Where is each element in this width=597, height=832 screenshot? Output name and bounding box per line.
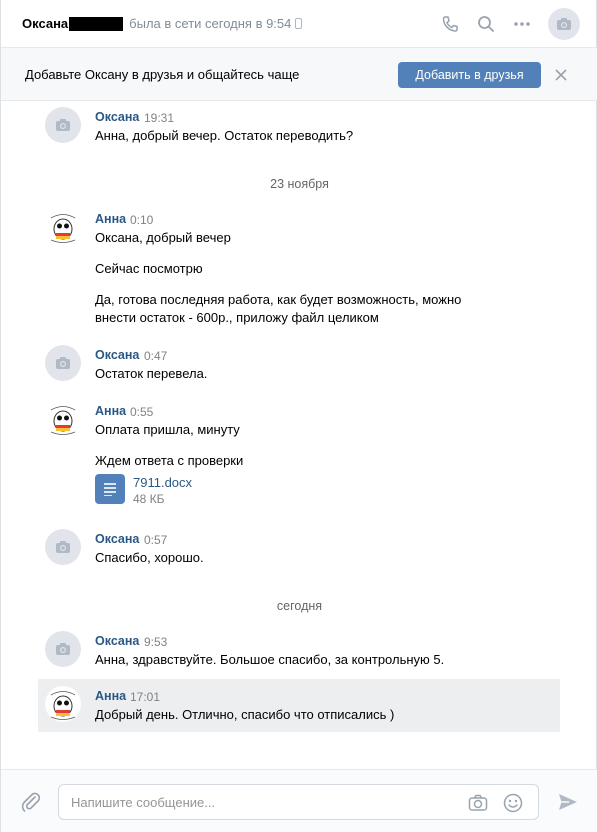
message-text: Анна, добрый вечер. Остаток переводить? — [95, 128, 354, 143]
close-icon[interactable] — [553, 67, 569, 83]
contact-name[interactable]: Оксана — [22, 16, 68, 31]
message-text: внести остаток - 600р., приложу файл цел… — [95, 310, 379, 325]
message-item: Оксана 0:47 Остаток перевела. — [38, 343, 560, 385]
message-text: Спасибо, хорошо. — [95, 550, 204, 565]
message-item: Анна 0:10 Оксана, добрый вечер Сейчас по… — [38, 207, 560, 327]
message-item: Оксана 9:53 Анна, здравствуйте. Большое … — [38, 629, 560, 671]
message-text: Анна, здравствуйте. Большое спасибо, за … — [95, 652, 445, 667]
message-time[interactable]: 0:10 — [130, 213, 153, 227]
header-actions — [430, 8, 580, 40]
message-text: Сейчас посмотрю — [95, 261, 203, 276]
banner-text: Добавьте Оксану в друзья и общайтесь чащ… — [25, 66, 300, 82]
message-author[interactable]: Анна — [95, 404, 126, 418]
avatar[interactable] — [45, 209, 81, 245]
message-item: Оксана 0:57 Спасибо, хорошо. — [38, 527, 560, 569]
message-author[interactable]: Оксана — [95, 634, 139, 648]
message-time[interactable]: 17:01 — [130, 690, 160, 704]
message-feed[interactable]: Оксана 19:31 Анна, добрый вечер. Остаток… — [1, 101, 597, 769]
search-icon[interactable] — [470, 8, 502, 40]
message-author[interactable]: Оксана — [95, 348, 139, 362]
avatar[interactable] — [45, 631, 81, 667]
more-icon[interactable] — [506, 8, 538, 40]
paperclip-icon[interactable] — [19, 790, 43, 814]
camera-icon — [56, 119, 70, 131]
avatar[interactable] — [45, 107, 81, 143]
message-text: Ждем ответа с проверки — [95, 453, 244, 468]
add-friend-banner: Добавьте Оксану в друзья и общайтесь чащ… — [1, 48, 597, 101]
message-input[interactable] — [71, 785, 461, 819]
message-text: Оксана, добрый вечер — [95, 230, 231, 245]
message-item: Оксана 19:31 Анна, добрый вечер. Остаток… — [38, 105, 560, 147]
date-divider: сегодня — [276, 599, 323, 613]
cartoon-avatar-icon — [50, 691, 76, 720]
avatar[interactable] — [45, 401, 81, 437]
cartoon-avatar-icon — [50, 214, 76, 243]
camera-icon — [56, 643, 70, 655]
message-text: Да, готова последняя работа, как будет в… — [95, 292, 462, 307]
message-time[interactable]: 9:53 — [144, 635, 167, 649]
file-link[interactable]: 7911.docx — [133, 475, 192, 490]
emoji-icon[interactable] — [502, 792, 524, 814]
message-author[interactable]: Анна — [95, 212, 126, 226]
chat-window: Оксана была в сети сегодня в 9:54 Добавь… — [0, 0, 597, 832]
avatar[interactable] — [45, 529, 81, 565]
message-item: Анна 0:55 Оплата пришла, минуту Ждем отв… — [38, 399, 560, 509]
camera-icon — [557, 18, 571, 30]
message-text: Оплата пришла, минуту — [95, 422, 240, 437]
message-text: Остаток перевела. — [95, 366, 208, 381]
message-author[interactable]: Анна — [95, 689, 126, 703]
message-input-box[interactable] — [58, 784, 539, 820]
phone-icon[interactable] — [434, 8, 466, 40]
message-time[interactable]: 0:55 — [130, 405, 153, 419]
cartoon-avatar-icon — [50, 406, 76, 435]
add-friend-button[interactable]: Добавить в друзья — [398, 62, 541, 88]
file-size: 48 КБ — [133, 492, 165, 506]
message-time[interactable]: 0:57 — [144, 533, 167, 547]
camera-icon — [56, 357, 70, 369]
date-divider: 23 ноября — [270, 177, 329, 191]
contact-avatar[interactable] — [548, 8, 580, 40]
avatar[interactable] — [45, 686, 81, 722]
message-item-selected[interactable]: Анна 17:01 Добрый день. Отлично, спасибо… — [38, 679, 560, 732]
message-time[interactable]: 0:47 — [144, 349, 167, 363]
message-text: Добрый день. Отлично, спасибо что отписа… — [95, 707, 395, 722]
message-time[interactable]: 19:31 — [144, 111, 174, 125]
mobile-icon — [295, 18, 303, 29]
message-composer — [1, 769, 597, 832]
avatar[interactable] — [45, 345, 81, 381]
redacted-surname — [69, 16, 124, 31]
online-status: была в сети сегодня в 9:54 — [129, 16, 292, 31]
chat-header: Оксана была в сети сегодня в 9:54 — [1, 0, 597, 48]
camera-icon — [56, 541, 70, 553]
send-icon[interactable] — [556, 790, 580, 814]
document-icon[interactable] — [95, 474, 125, 504]
message-author[interactable]: Оксана — [95, 110, 139, 124]
message-author[interactable]: Оксана — [95, 532, 139, 546]
camera-icon[interactable] — [467, 792, 489, 814]
